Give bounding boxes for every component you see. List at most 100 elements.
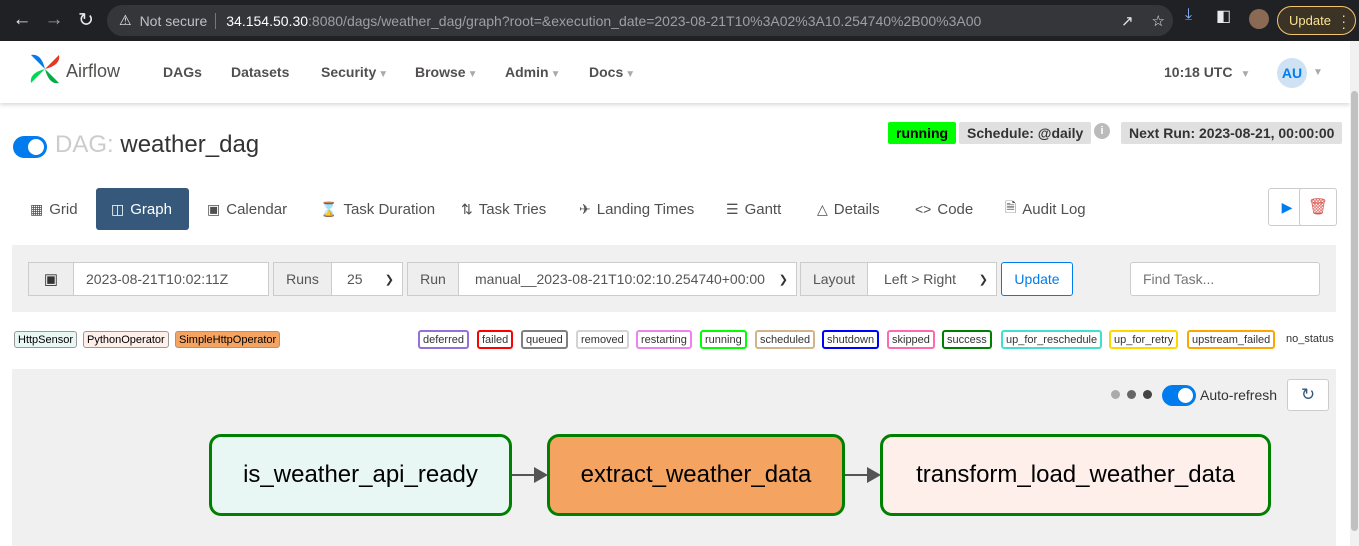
schedule-badge: Schedule: @daily <box>959 122 1092 144</box>
tab-grid[interactable]: ▦ Grid <box>30 188 78 230</box>
tab-task-tries-label: Task Tries <box>478 200 547 218</box>
find-task-input[interactable] <box>1130 262 1320 296</box>
run-value: manual__2023-08-21T10:02:10.254740+00:00 <box>475 271 765 287</box>
tab-audit-log[interactable]: 🗎 Audit Log <box>1005 188 1086 230</box>
legend-state-scheduled[interactable]: scheduled <box>755 330 816 349</box>
legend-state-running[interactable]: running <box>700 330 747 349</box>
legend-state-up-for-reschedule[interactable]: up_for_reschedule <box>1001 330 1103 349</box>
divider <box>215 12 217 29</box>
legend-state-up-for-retry[interactable]: up_for_retry <box>1109 330 1179 349</box>
task-node-transform-load-weather-data[interactable]: transform_load_weather_data <box>880 434 1271 516</box>
tab-code[interactable]: <> Code <box>915 188 973 230</box>
legend-operator-simplehttpoperator[interactable]: SimpleHttpOperator <box>175 331 281 348</box>
refresh-button[interactable]: ↻ <box>1287 379 1329 411</box>
user-avatar[interactable]: AU <box>1277 58 1307 88</box>
legend-state-shutdown[interactable]: shutdown <box>822 330 880 349</box>
legend-state-upstream-failed[interactable]: upstream_failed <box>1187 330 1276 349</box>
dag-name: weather_dag <box>120 131 260 158</box>
toggle-knob <box>28 139 44 155</box>
calendar-icon: ▣ <box>43 271 59 288</box>
brand-name[interactable]: Airflow <box>66 61 120 82</box>
reload-icon[interactable]: ↻ <box>69 3 103 37</box>
layout-select[interactable]: Left > Right ❯ <box>867 262 997 296</box>
nav-browse[interactable]: Browse ▼ <box>415 64 477 80</box>
legend-state-skipped[interactable]: skipped <box>887 330 935 349</box>
airflow-navbar: Airflow DAGs Datasets Security ▼ Browse ▼ … <box>0 41 1350 103</box>
tab-details[interactable]: △ Details <box>817 188 880 230</box>
airflow-logo-icon[interactable] <box>27 51 63 87</box>
auto-refresh-toggle[interactable] <box>1162 385 1196 406</box>
task-node-is-weather-api-ready[interactable]: is_weather_api_ready <box>209 434 512 516</box>
task-node-extract-weather-data[interactable]: extract_weather_data <box>547 434 845 516</box>
nav-admin[interactable]: Admin ▼ <box>505 64 560 80</box>
legend-operator-httpsensor[interactable]: HttpSensor <box>14 331 78 348</box>
gantt-icon: ☰ <box>726 200 739 217</box>
legend-state-removed[interactable]: removed <box>576 330 629 349</box>
edge <box>512 474 536 476</box>
chevron-down-icon: ▼ <box>1240 69 1251 80</box>
legend-state-failed[interactable]: failed <box>477 330 514 349</box>
nav-security-label: Security <box>321 64 377 80</box>
scrollbar-thumb[interactable] <box>1351 91 1358 531</box>
task-node-label: extract_weather_data <box>580 461 812 488</box>
edge-arrow-icon <box>867 467 881 483</box>
back-arrow-icon[interactable]: ← <box>5 3 39 37</box>
graph-canvas[interactable]: Auto-refresh ↻ is_weather_api_ready extr… <box>12 369 1336 546</box>
nav-datasets[interactable]: Datasets <box>231 64 289 80</box>
warning-icon: ⚠ <box>119 12 132 28</box>
delete-dag-button[interactable]: 🗑 <box>1299 188 1337 226</box>
tab-task-tries[interactable]: ⇅ Task Tries <box>461 188 546 230</box>
tab-graph[interactable]: ◫ Graph <box>96 188 189 230</box>
timezone-dropdown[interactable]: 10:18 UTC ▼ <box>1164 64 1250 80</box>
chevron-down-icon: ▼ <box>467 69 478 80</box>
nav-admin-label: Admin <box>505 64 549 80</box>
status-dot <box>1111 390 1120 399</box>
run-select[interactable]: manual__2023-08-21T10:02:10.254740+00:00… <box>458 262 797 296</box>
bookmark-star-icon[interactable]: ☆ <box>1152 12 1165 30</box>
address-bar[interactable]: ⚠ Not secure 34.154.50.30:8080/dags/weat… <box>107 5 1173 36</box>
chevron-down-icon: ❯ <box>978 273 988 286</box>
info-icon[interactable]: i <box>1094 123 1110 139</box>
current-time: 10:18 UTC <box>1164 64 1233 80</box>
more-menu-icon: · · · <box>1341 7 1346 35</box>
base-date-input[interactable]: 2023-08-21T10:02:11Z <box>73 262 269 296</box>
graph-icon: ◫ <box>111 200 125 217</box>
tab-gantt[interactable]: ☰ Gantt <box>726 188 781 230</box>
profile-avatar[interactable] <box>1249 9 1269 29</box>
runs-select[interactable]: 25 ❯ <box>331 262 403 296</box>
legend-state-success[interactable]: success <box>942 330 992 349</box>
tab-calendar[interactable]: ▣ Calendar <box>207 188 287 230</box>
tab-calendar-label: Calendar <box>226 200 288 218</box>
legend-state-queued[interactable]: queued <box>521 330 568 349</box>
chevron-down-icon: ▼ <box>550 69 561 80</box>
dag-pause-toggle[interactable] <box>13 136 47 158</box>
legend-operator-pythonoperator[interactable]: PythonOperator <box>83 331 169 348</box>
legend-state-no-status[interactable]: no_status <box>1286 333 1334 345</box>
legend-state-restarting[interactable]: restarting <box>636 330 692 349</box>
hourglass-icon: ⌛ <box>320 200 338 217</box>
nav-dags[interactable]: DAGs <box>163 64 202 80</box>
forward-arrow-icon[interactable]: → <box>37 3 71 37</box>
date-picker-button[interactable]: ▣ <box>28 262 74 296</box>
tab-task-duration[interactable]: ⌛ Task Duration <box>320 188 435 230</box>
chevron-down-icon[interactable]: ▼ <box>1313 67 1323 78</box>
calendar-icon: ▣ <box>207 200 221 217</box>
layout-value: Left > Right <box>884 271 956 287</box>
chevron-down-icon: ❯ <box>778 273 788 286</box>
browser-update-button[interactable]: Update · · · <box>1277 6 1356 35</box>
download-icon[interactable]: ⤓ <box>1185 6 1192 24</box>
status-dot <box>1143 390 1152 399</box>
nav-docs[interactable]: Docs ▼ <box>589 64 635 80</box>
nav-docs-label: Docs <box>589 64 624 80</box>
side-panel-icon[interactable]: ◧ <box>1216 6 1231 26</box>
share-icon[interactable]: ↗ <box>1121 12 1134 30</box>
tab-graph-label: Graph <box>130 200 172 218</box>
nav-security[interactable]: Security ▼ <box>321 64 388 80</box>
update-button[interactable]: Update <box>1001 262 1073 296</box>
legend-state-deferred[interactable]: deferred <box>418 330 469 349</box>
tab-landing-times[interactable]: ✈ Landing Times <box>579 188 694 230</box>
not-secure-label: Not secure <box>139 12 208 29</box>
toggle-knob <box>1178 388 1193 403</box>
page-scrollbar[interactable] <box>1350 41 1359 546</box>
tab-task-duration-label: Task Duration <box>343 200 436 218</box>
